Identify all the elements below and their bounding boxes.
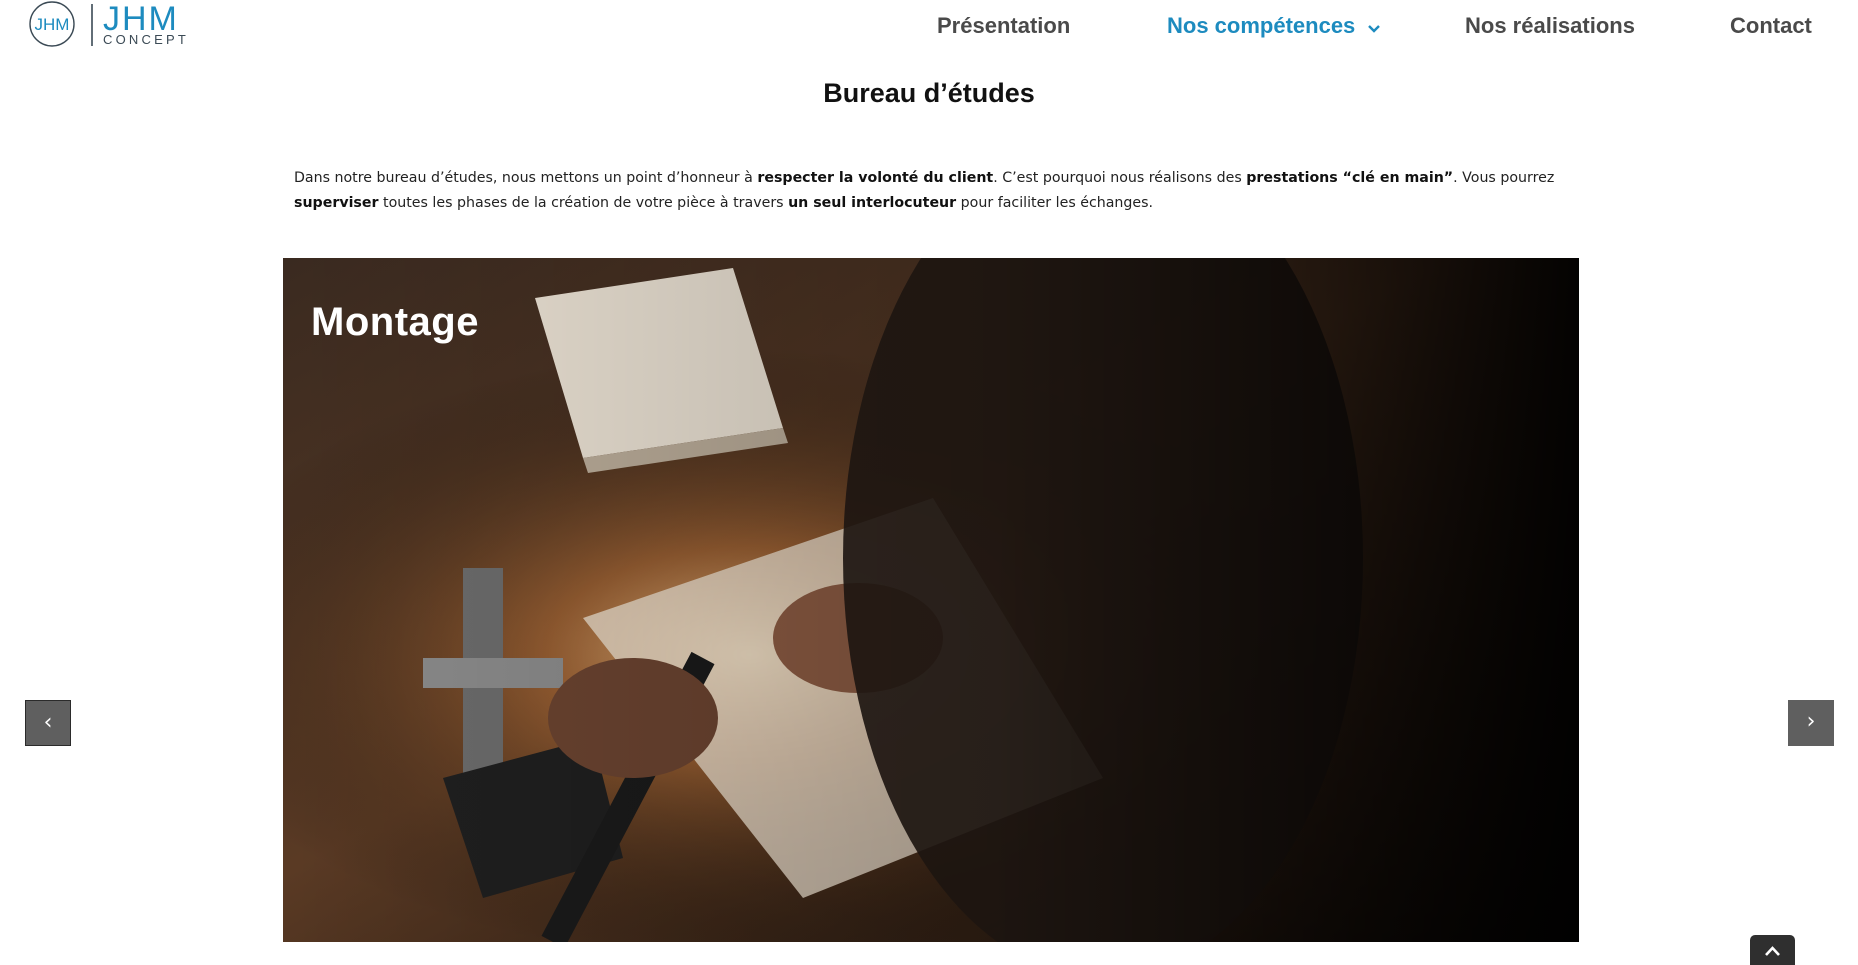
intro-emphasis: prestations “clé en main” [1246, 170, 1454, 186]
nav-item-contact[interactable]: Contact [1730, 8, 1812, 44]
slider-next-button[interactable]: › [1788, 700, 1834, 746]
intro-emphasis: superviser [294, 195, 379, 211]
nav-item-competences[interactable]: Nos compétences [1167, 8, 1381, 44]
slide-image [283, 258, 1579, 942]
slide-title: Montage [311, 300, 479, 344]
intro-text: toutes les phases de la création de votr… [378, 195, 789, 211]
intro-text: . Vous pourrez [1453, 170, 1555, 186]
chevron-left-icon: ‹ [43, 710, 53, 735]
intro-text: . C’est pourquoi nous réalisons des [993, 170, 1247, 186]
slider-slide[interactable]: Montage [283, 258, 1579, 942]
intro-text: Dans notre bureau d’études, nous mettons… [294, 170, 758, 186]
chevron-down-icon [1367, 9, 1381, 45]
chevron-up-icon [1765, 946, 1780, 956]
nav-item-presentation[interactable]: Présentation [937, 8, 1070, 44]
intro-emphasis: respecter la volonté du client [757, 170, 994, 186]
intro-emphasis: un seul interlocuteur [788, 195, 957, 211]
nav-item-realisations[interactable]: Nos réalisations [1465, 8, 1635, 44]
page: JHM JHM CONCEPT Présentation Nos compéte… [0, 0, 1858, 965]
chevron-right-icon: › [1806, 709, 1816, 734]
intro-text: pour faciliter les échanges. [956, 195, 1154, 211]
main-nav: Présentation Nos compétences Nos réalisa… [0, 8, 1858, 44]
slider-prev-button[interactable]: ‹ [25, 700, 71, 746]
section-title: Bureau d’études [823, 78, 1035, 108]
nav-item-label: Nos compétences [1167, 13, 1356, 38]
intro-paragraph: Dans notre bureau d’études, nous mettons… [294, 166, 1584, 216]
back-to-top-button[interactable] [1750, 935, 1795, 965]
